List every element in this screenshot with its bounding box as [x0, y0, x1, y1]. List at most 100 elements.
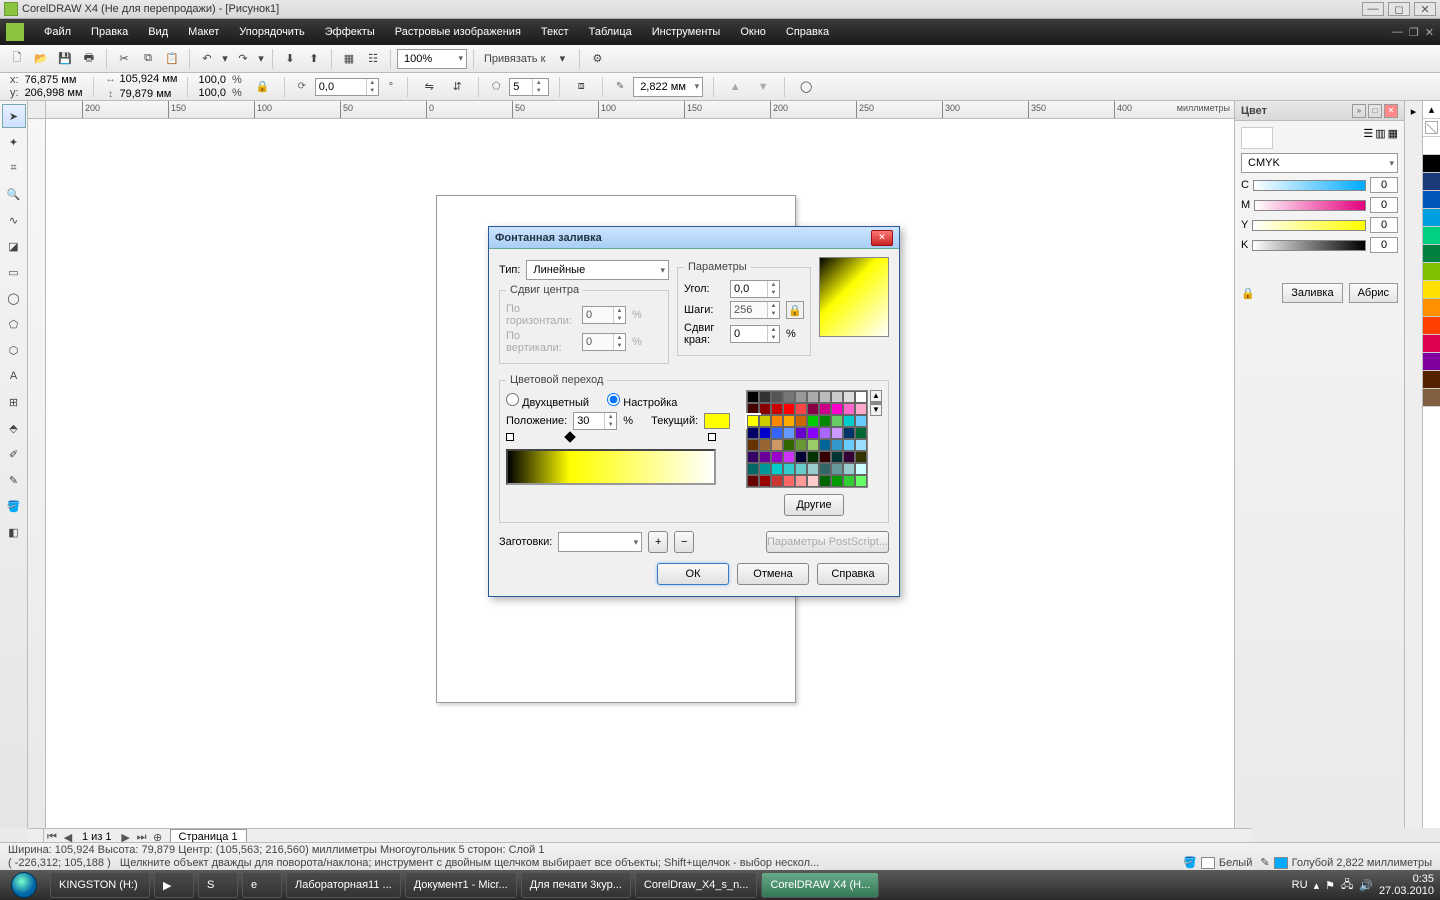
picker-swatch[interactable]: [831, 403, 843, 415]
presets-combo[interactable]: [558, 532, 642, 552]
other-colors-button[interactable]: Другие: [784, 494, 844, 516]
picker-swatch[interactable]: [807, 391, 819, 403]
picker-swatch[interactable]: [807, 463, 819, 475]
picker-swatch[interactable]: [795, 415, 807, 427]
picker-swatch[interactable]: [771, 439, 783, 451]
tray-lang[interactable]: RU: [1292, 879, 1308, 891]
app-launcher-button[interactable]: ▦: [338, 48, 360, 70]
color-swatch[interactable]: [1423, 173, 1440, 191]
dialog-titlebar[interactable]: Фонтанная заливка ✕: [489, 227, 899, 249]
outline-width-combo[interactable]: 2,822 мм: [633, 77, 703, 97]
m-slider[interactable]: [1254, 200, 1366, 211]
tray-network-icon[interactable]: 🖧: [1341, 876, 1353, 895]
y-slider[interactable]: [1252, 220, 1366, 231]
picker-swatch[interactable]: [771, 475, 783, 487]
picker-swatch[interactable]: [807, 475, 819, 487]
cancel-button[interactable]: Отмена: [737, 563, 809, 585]
task-ie[interactable]: e: [242, 872, 282, 898]
picker-swatch[interactable]: [855, 475, 867, 487]
picker-swatch[interactable]: [795, 475, 807, 487]
color-swatch[interactable]: [1423, 299, 1440, 317]
picker-swatch[interactable]: [783, 451, 795, 463]
polygon-sides-input[interactable]: ▲▼: [509, 78, 549, 96]
palettes-icon[interactable]: ▦: [1388, 127, 1398, 149]
picker-swatch[interactable]: [759, 403, 771, 415]
convert-curves-button[interactable]: ◯: [795, 76, 817, 98]
import-button[interactable]: ⬇: [279, 48, 301, 70]
color-model-combo[interactable]: CMYK: [1241, 153, 1398, 173]
close-button[interactable]: ✕: [1414, 2, 1436, 16]
preset-remove-button[interactable]: −: [674, 531, 694, 553]
task-word-2[interactable]: Документ1 - Micr...: [405, 872, 517, 898]
picker-swatch[interactable]: [783, 439, 795, 451]
copy-button[interactable]: ⧉: [137, 48, 159, 70]
picker-scroll-up[interactable]: ▲: [870, 390, 882, 402]
smart-fill-tool[interactable]: ◪: [2, 234, 26, 258]
picker-swatch[interactable]: [759, 415, 771, 427]
picker-swatch[interactable]: [747, 427, 759, 439]
expand-icon[interactable]: ▸: [1411, 105, 1417, 118]
angle-input[interactable]: ▲▼: [730, 280, 780, 298]
scale-y-value[interactable]: 100,0: [198, 87, 226, 99]
picker-swatch[interactable]: [759, 475, 771, 487]
gradient-bar[interactable]: [506, 449, 716, 485]
fill-swatch[interactable]: [1201, 857, 1215, 869]
task-pdf[interactable]: CorelDraw_X4_s_n...: [635, 872, 758, 898]
picker-swatch[interactable]: [855, 403, 867, 415]
dialog-close-button[interactable]: ✕: [871, 230, 893, 246]
picker-swatch[interactable]: [819, 463, 831, 475]
picker-swatch[interactable]: [819, 427, 831, 439]
picker-swatch[interactable]: [831, 451, 843, 463]
picker-swatch[interactable]: [831, 463, 843, 475]
menu-bitmaps[interactable]: Растровые изображения: [385, 26, 531, 38]
to-back-button[interactable]: ▼: [752, 76, 774, 98]
undo-button[interactable]: ↶: [196, 48, 218, 70]
options-button[interactable]: ⚙: [586, 48, 608, 70]
picker-swatch[interactable]: [747, 439, 759, 451]
picker-swatch[interactable]: [855, 415, 867, 427]
picker-swatch[interactable]: [795, 439, 807, 451]
snap-dropdown[interactable]: ▾: [551, 48, 573, 70]
picker-swatch[interactable]: [783, 427, 795, 439]
eyedropper-tool[interactable]: ✐: [2, 442, 26, 466]
picker-swatch[interactable]: [771, 427, 783, 439]
help-button[interactable]: Справка: [817, 563, 889, 585]
mirror-h-button[interactable]: ⇋: [418, 76, 440, 98]
two-color-radio[interactable]: Двухцветный: [506, 393, 589, 409]
sliders-icon[interactable]: ☰: [1363, 127, 1373, 149]
tray-expand-icon[interactable]: ▴: [1314, 879, 1320, 892]
freehand-tool[interactable]: ∿: [2, 208, 26, 232]
menu-tools[interactable]: Инструменты: [642, 26, 731, 38]
color-swatch[interactable]: [1423, 263, 1440, 281]
ruler-corner[interactable]: [28, 101, 46, 119]
cut-button[interactable]: ✂: [113, 48, 135, 70]
maximize-button[interactable]: ◻: [1388, 2, 1410, 16]
picker-swatch[interactable]: [759, 427, 771, 439]
picker-swatch[interactable]: [843, 403, 855, 415]
viewers-icon[interactable]: ▥: [1375, 127, 1385, 149]
tray-clock[interactable]: 0:35 27.03.2010: [1379, 873, 1434, 897]
picker-swatch[interactable]: [747, 391, 759, 403]
pick-tool[interactable]: ➤: [2, 104, 26, 128]
menu-arrange[interactable]: Упорядочить: [229, 26, 314, 38]
task-wmp[interactable]: ▶: [154, 872, 194, 898]
picker-swatch[interactable]: [843, 475, 855, 487]
vertical-ruler[interactable]: [28, 119, 46, 828]
color-swatch[interactable]: [1423, 371, 1440, 389]
picker-swatch[interactable]: [771, 451, 783, 463]
gradient-marker-node[interactable]: [564, 431, 575, 442]
c-input[interactable]: [1370, 177, 1398, 193]
picker-swatch[interactable]: [831, 415, 843, 427]
picker-swatch[interactable]: [807, 439, 819, 451]
rotation-input[interactable]: ▲▼: [315, 78, 379, 96]
picker-swatch[interactable]: [747, 451, 759, 463]
steps-lock-button[interactable]: 🔒: [786, 301, 804, 319]
picker-swatch[interactable]: [819, 451, 831, 463]
mirror-v-button[interactable]: ⇵: [446, 76, 468, 98]
m-input[interactable]: [1370, 197, 1398, 213]
interactive-fill-tool[interactable]: ◧: [2, 520, 26, 544]
ok-button[interactable]: ОК: [657, 563, 729, 585]
basic-shapes-tool[interactable]: ⬡: [2, 338, 26, 362]
picker-swatch[interactable]: [831, 391, 843, 403]
color-swatch[interactable]: [1423, 137, 1440, 155]
